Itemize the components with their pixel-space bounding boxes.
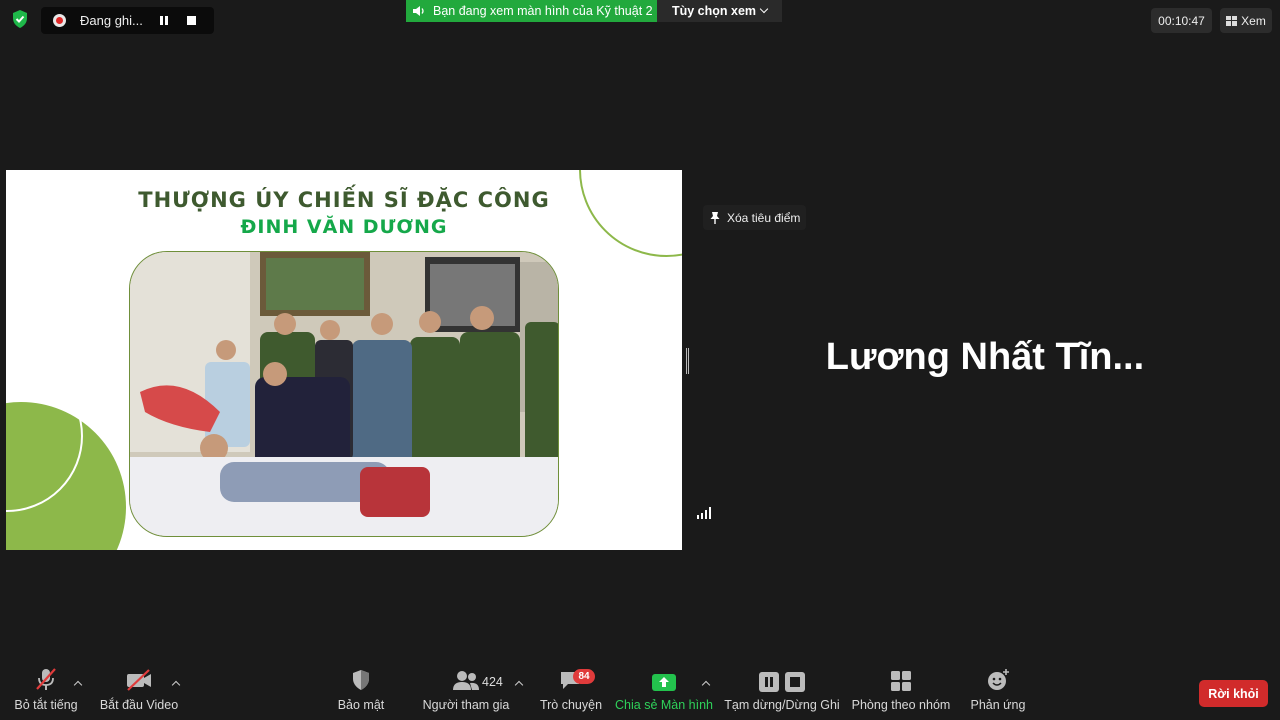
reactions-button[interactable]: Phản ứng <box>970 662 1026 720</box>
view-options-label: Tùy chọn xem <box>671 4 757 18</box>
slide-photo <box>129 251 559 537</box>
recording-label: Đang ghi... <box>80 13 143 28</box>
slide-subtitle: ĐINH VĂN DƯƠNG <box>240 216 448 238</box>
unmute-button[interactable]: Bỏ tắt tiếng <box>14 662 78 720</box>
viewing-screen-banner: Bạn đang xem màn hình của Kỹ thuật 2 <box>406 0 657 22</box>
participants-count: 424 <box>482 675 503 689</box>
connection-signal-icon[interactable] <box>697 507 711 519</box>
pause-recording-button[interactable] <box>153 10 175 32</box>
stop-icon <box>785 672 805 692</box>
breakout-rooms-button[interactable]: Phòng theo nhóm <box>851 662 951 720</box>
participants-icon <box>453 671 479 690</box>
breakout-rooms-icon <box>891 671 911 691</box>
meeting-timer: 00:10:47 <box>1151 8 1212 33</box>
leave-meeting-button[interactable]: Rời khỏi <box>1199 680 1268 707</box>
panel-resize-handle[interactable] <box>686 348 689 374</box>
security-label: Bảo mật <box>337 698 385 712</box>
pause-icon <box>759 672 779 692</box>
hospital-visit-photo <box>130 252 558 536</box>
shared-screen: THƯỢNG ÚY CHIẾN SĨ ĐẶC CÔNG ĐINH VĂN DƯƠ… <box>6 170 682 550</box>
unmute-label: Bỏ tắt tiếng <box>14 698 78 712</box>
breakout-rooms-label: Phòng theo nhóm <box>851 698 951 712</box>
grid-icon <box>1226 15 1238 26</box>
slide-title: THƯỢNG ÚY CHIẾN SĨ ĐẶC CÔNG <box>138 188 550 212</box>
pin-icon <box>710 211 720 224</box>
reactions-label: Phản ứng <box>970 698 1026 712</box>
meeting-toolbar: Bỏ tắt tiếng Bắt đầu Video Bảo mật Người… <box>0 662 1280 720</box>
start-video-button[interactable]: Bắt đầu Video <box>99 662 179 720</box>
share-screen-arrow-icon <box>652 674 676 691</box>
share-screen-button[interactable]: Chia sẻ Màn hình <box>615 662 713 720</box>
start-video-label: Bắt đầu Video <box>99 698 179 712</box>
stop-icon <box>186 16 196 25</box>
view-layout-button[interactable]: Xem <box>1220 8 1272 33</box>
shield-icon <box>353 670 369 690</box>
pause-icon <box>160 16 168 25</box>
chevron-down-icon <box>759 4 769 14</box>
view-options-dropdown[interactable]: Tùy chọn xem <box>657 0 782 22</box>
stop-recording-button[interactable] <box>180 10 202 32</box>
viewing-banner-text: Bạn đang xem màn hình của Kỹ thuật 2 <box>433 4 653 18</box>
recording-indicator: Đang ghi... <box>41 7 214 34</box>
video-camera-off-icon <box>127 669 151 691</box>
chat-unread-badge: 84 <box>573 669 595 684</box>
view-layout-label: Xem <box>1241 13 1266 28</box>
participants-options-caret-icon[interactable] <box>514 680 524 690</box>
participants-button[interactable]: Người tham gia <box>423 662 509 720</box>
decorative-ring <box>579 170 682 257</box>
pause-stop-recording-button[interactable]: Tạm dừng/Dừng Ghi <box>724 662 840 720</box>
speaker-icon <box>413 6 424 16</box>
chat-label: Trò chuyện <box>539 698 603 712</box>
smiley-icon <box>988 669 1009 690</box>
remove-spotlight-button[interactable]: Xóa tiêu điểm <box>703 205 806 230</box>
security-button[interactable]: Bảo mật <box>336 662 386 720</box>
pause-stop-recording-label: Tạm dừng/Dừng Ghi <box>724 698 840 712</box>
participants-label: Người tham gia <box>422 698 510 712</box>
microphone-muted-icon <box>36 668 56 690</box>
speaker-name: Lương Nhất Tĩn... <box>825 336 1145 378</box>
share-screen-label: Chia sẻ Màn hình <box>615 698 713 712</box>
security-shield-icon[interactable] <box>10 9 30 29</box>
remove-spotlight-label: Xóa tiêu điểm <box>727 210 801 225</box>
record-dot-icon <box>53 14 66 27</box>
